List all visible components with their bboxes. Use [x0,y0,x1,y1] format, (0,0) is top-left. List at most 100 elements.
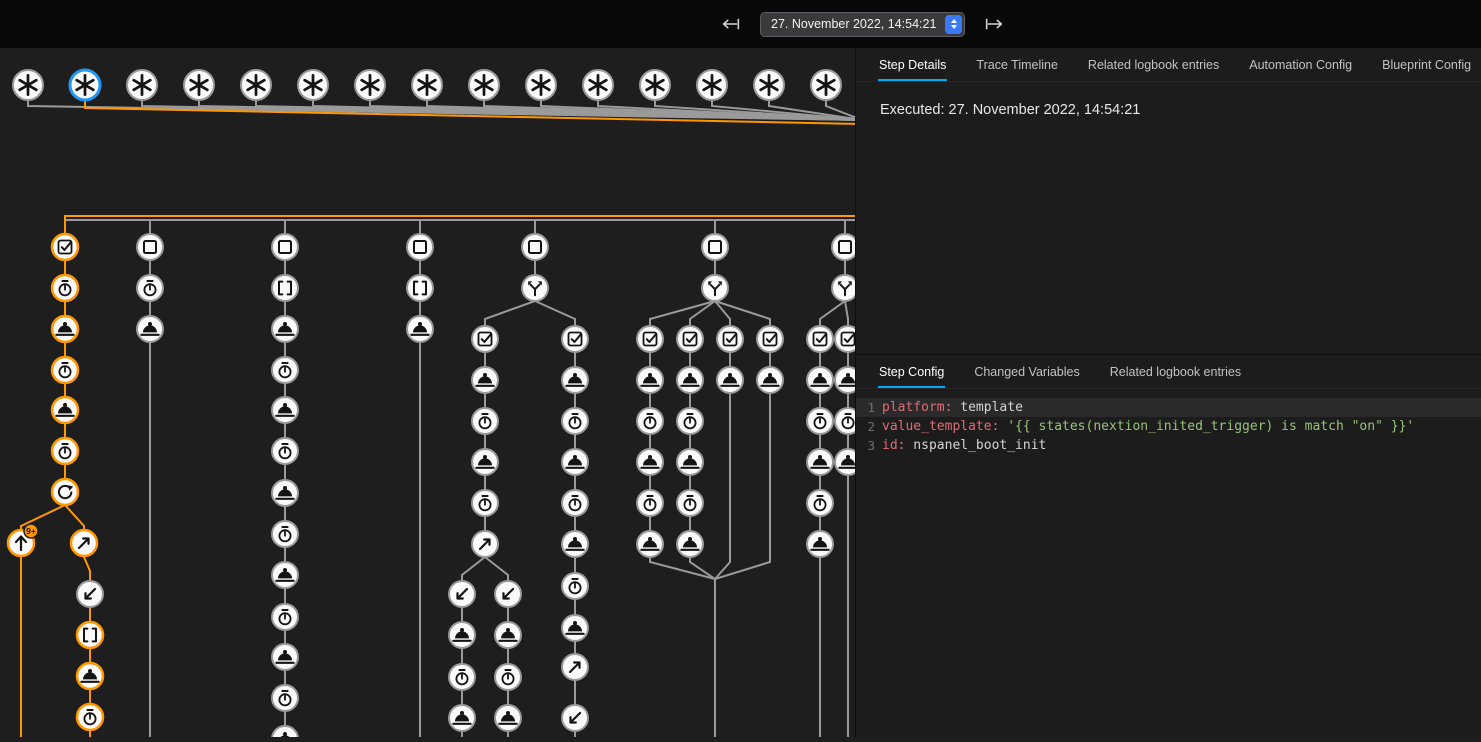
graph-node-cond[interactable] [637,326,663,352]
graph-node-cond[interactable] [835,326,855,352]
graph-node-timer[interactable] [835,408,855,434]
graph-node-trigger[interactable] [127,70,157,100]
graph-node-timer[interactable] [272,604,298,630]
graph-node-trigger[interactable] [412,70,442,100]
graph-node-service[interactable] [637,367,663,393]
graph-node-cond[interactable] [807,326,833,352]
graph-node-timer[interactable] [52,275,78,301]
graph-node-timer[interactable] [677,490,703,516]
graph-node-service[interactable] [272,480,298,506]
next-run-button[interactable] [979,9,1009,39]
graph-node-service[interactable] [835,449,855,475]
graph-node-trigger[interactable] [70,70,100,100]
graph-node-trigger[interactable] [811,70,841,100]
graph-node-service[interactable] [449,705,475,731]
graph-node-square[interactable] [832,234,855,260]
graph-node-arrowSW[interactable] [77,581,103,607]
graph-node-timer[interactable] [495,664,521,690]
graph-node-service[interactable] [677,367,703,393]
graph-node-timer[interactable] [272,685,298,711]
graph-node-trigger[interactable] [355,70,385,100]
graph-node-timer[interactable] [272,438,298,464]
graph-node-service[interactable] [407,316,433,342]
graph-node-timer[interactable] [137,275,163,301]
graph-node-service[interactable] [807,449,833,475]
graph-node-service[interactable] [807,531,833,557]
trace-graph-svg[interactable]: 9+ [0,48,855,737]
graph-node-brackets[interactable] [77,622,103,648]
graph-node-timer[interactable] [449,664,475,690]
graph-node-service[interactable] [272,726,298,737]
graph-node-repeat[interactable] [52,479,78,505]
graph-node-timer[interactable] [637,408,663,434]
graph-node-arrowNE[interactable] [562,654,588,680]
graph-node-arrowNE[interactable] [71,530,97,556]
graph-node-cond[interactable] [677,326,703,352]
graph-node-arrowSW[interactable] [449,581,475,607]
graph-node-service[interactable] [495,622,521,648]
graph-node-brackets[interactable] [407,275,433,301]
graph-node-cond[interactable] [472,326,498,352]
graph-node-cond[interactable] [52,234,78,260]
graph-node-split[interactable] [832,275,855,301]
tab-automation-config[interactable]: Automation Config [1248,48,1353,81]
graph-node-service[interactable] [77,663,103,689]
graph-node-trigger[interactable] [469,70,499,100]
graph-node-service[interactable] [807,367,833,393]
graph-node-service[interactable] [472,449,498,475]
graph-node-service[interactable] [637,449,663,475]
graph-node-arrowSW[interactable] [562,705,588,731]
graph-node-service[interactable] [562,531,588,557]
graph-node-cond[interactable] [717,326,743,352]
graph-node-timer[interactable] [637,490,663,516]
graph-node-service[interactable] [495,705,521,731]
graph-node-square[interactable] [272,234,298,260]
graph-node-square[interactable] [137,234,163,260]
graph-node-trigger[interactable] [13,70,43,100]
graph-node-cond[interactable] [757,326,783,352]
graph-node-service[interactable] [52,397,78,423]
graph-node-service[interactable] [677,449,703,475]
graph-node-service[interactable] [562,367,588,393]
graph-node-service[interactable] [677,531,703,557]
graph-node-timer[interactable] [472,490,498,516]
graph-node-service[interactable] [717,367,743,393]
graph-node-service[interactable] [272,644,298,670]
graph-node-service[interactable] [449,622,475,648]
graph-node-square[interactable] [522,234,548,260]
previous-run-button[interactable] [716,9,746,39]
graph-node-service[interactable] [472,367,498,393]
graph-node-cond[interactable] [562,326,588,352]
graph-node-timer[interactable] [77,704,103,730]
graph-node-timer[interactable] [272,521,298,547]
graph-node-service[interactable] [52,316,78,342]
graph-node-split[interactable] [522,275,548,301]
graph-node-service[interactable] [757,367,783,393]
graph-node-trigger[interactable] [697,70,727,100]
graph-node-trigger[interactable] [184,70,214,100]
tab-step-details[interactable]: Step Details [878,48,947,81]
graph-node-timer[interactable] [677,408,703,434]
graph-node-arrowUp[interactable]: 9+ [8,524,38,556]
graph-node-timer[interactable] [52,357,78,383]
trace-graph-area[interactable]: 9+ [0,48,855,737]
graph-node-timer[interactable] [272,357,298,383]
graph-node-service[interactable] [272,562,298,588]
graph-node-trigger[interactable] [241,70,271,100]
graph-node-arrowSW[interactable] [495,581,521,607]
tab-blueprint-config[interactable]: Blueprint Config [1381,48,1472,81]
graph-node-service[interactable] [272,316,298,342]
graph-node-service[interactable] [562,615,588,641]
graph-node-service[interactable] [835,367,855,393]
tab-trace-timeline[interactable]: Trace Timeline [975,48,1059,81]
graph-node-service[interactable] [562,449,588,475]
graph-node-timer[interactable] [562,573,588,599]
graph-node-timer[interactable] [807,490,833,516]
graph-node-square[interactable] [407,234,433,260]
graph-node-timer[interactable] [562,490,588,516]
run-select[interactable]: 27. November 2022, 14:54:21 [760,12,965,37]
tab-related-logbook-entries[interactable]: Related logbook entries [1087,48,1220,81]
graph-node-timer[interactable] [52,438,78,464]
tab-step-config[interactable]: Step Config [878,355,945,388]
graph-node-trigger[interactable] [754,70,784,100]
